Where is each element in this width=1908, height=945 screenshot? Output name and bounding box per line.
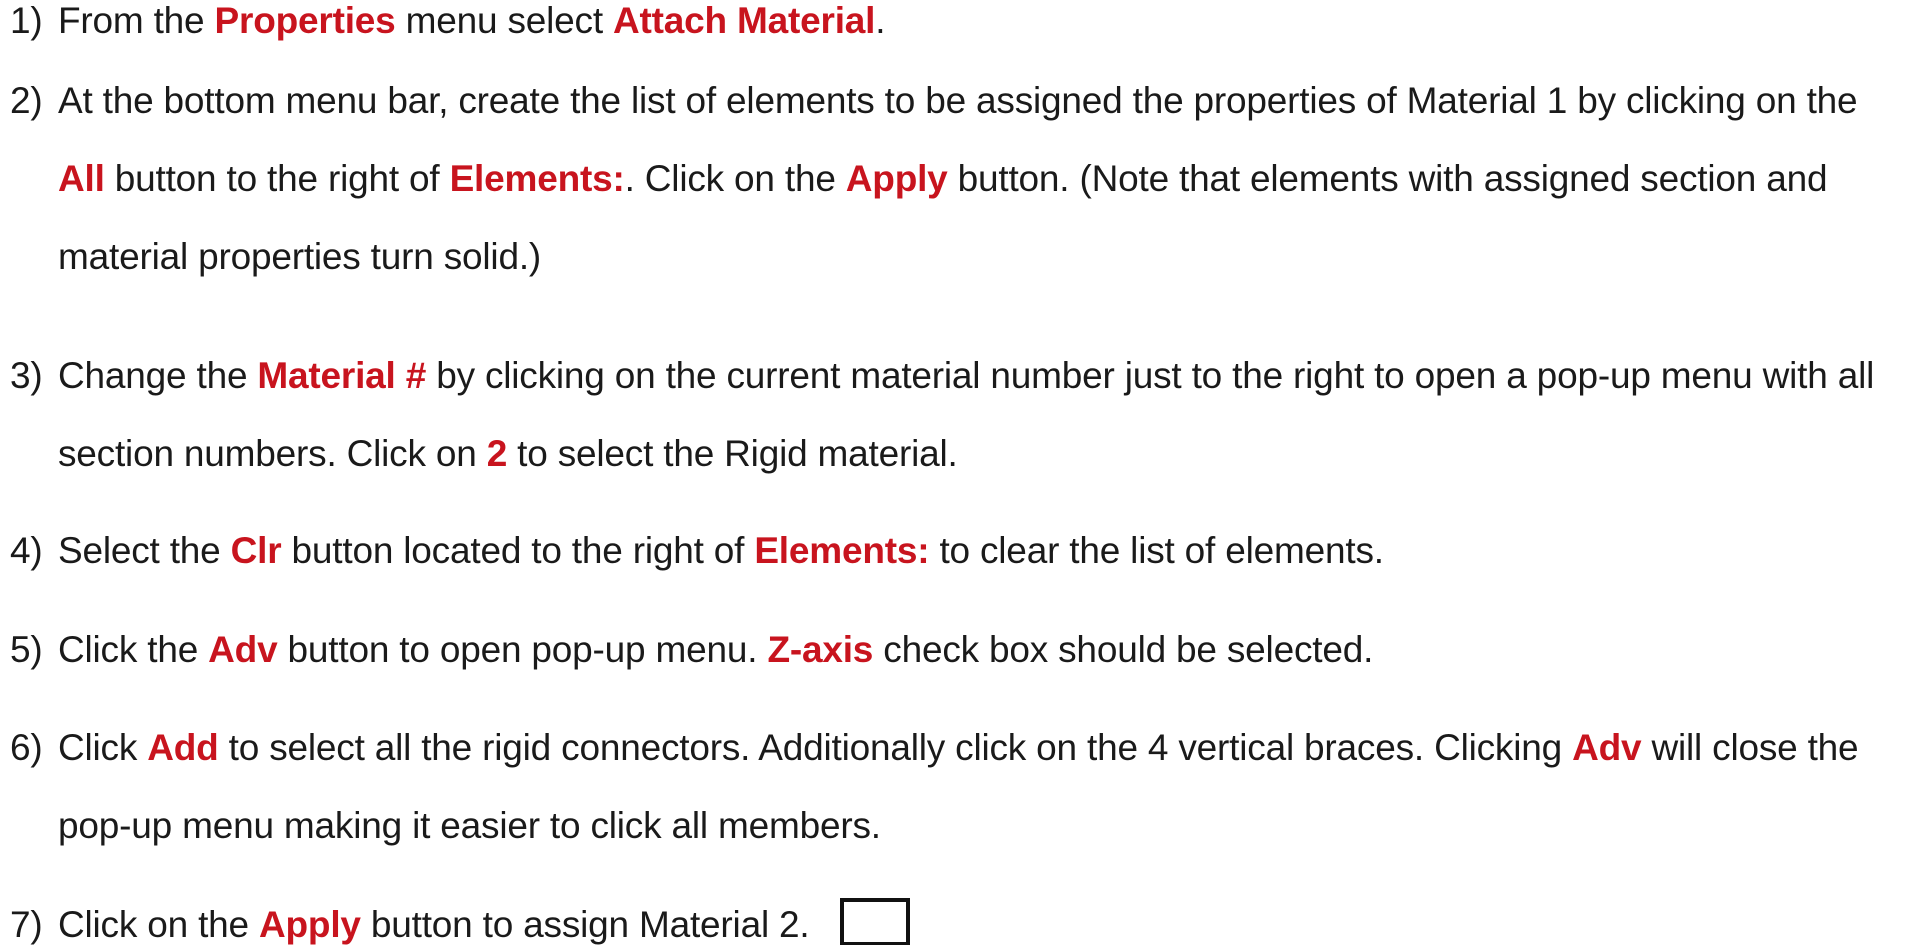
step-text: Click Add to select all the rigid connec… [58, 709, 1890, 865]
step-text-run: At the bottom menu bar, create the list … [58, 80, 1858, 121]
step-text-run: . Click on the [624, 158, 846, 199]
step-text-run: to select the Rigid material. [507, 433, 958, 474]
step-text-run: Click on the [58, 904, 259, 945]
step-text-run: Select the [58, 530, 231, 571]
step-text: At the bottom menu bar, create the list … [58, 62, 1890, 296]
step-text: Select the Clr button located to the rig… [58, 512, 1890, 590]
step-5: 5) Click the Adv button to open pop-up m… [10, 611, 1890, 689]
step-number: 2) [10, 80, 43, 121]
step-text: Click on the Apply button to assign Mate… [58, 886, 1890, 945]
step-text-run: Click [58, 727, 148, 768]
step-text: Click the Adv button to open pop-up menu… [58, 611, 1890, 689]
highlighted-term: Elements: [449, 158, 625, 199]
completion-checkbox[interactable] [839, 898, 910, 945]
highlighted-term: Clr [230, 530, 282, 571]
step-text-run: to clear the list of elements. [929, 530, 1384, 571]
step-text-run: button to open pop-up menu. [277, 629, 768, 670]
step-6: 6) Click Add to select all the rigid con… [10, 709, 1890, 865]
step-text-run: check box should be selected. [873, 629, 1374, 670]
step-text-run: Change the [58, 355, 258, 396]
highlighted-term: 2 [486, 433, 508, 474]
step-text-run: button located to the right of [281, 530, 755, 571]
step-text-run: button to the right of [104, 158, 450, 199]
step-number: 1) [10, 0, 43, 41]
step-number: 5) [10, 629, 43, 670]
step-2: 2) At the bottom menu bar, create the li… [10, 62, 1890, 296]
highlighted-term: Add [147, 727, 219, 768]
highlighted-term: Elements: [754, 530, 930, 571]
step-text-run: to select all the rigid connectors. Addi… [218, 727, 1573, 768]
highlighted-term: Adv [1572, 727, 1642, 768]
step-4: 4) Select the Clr button located to the … [10, 512, 1890, 590]
step-text: From the Properties menu select Attach M… [58, 0, 1890, 60]
highlighted-term: All [58, 158, 105, 199]
step-number: 7) [10, 904, 43, 945]
step-number: 6) [10, 727, 43, 768]
step-3: 3) Change the Material # by clicking on … [10, 337, 1890, 493]
step-text-run: menu select [395, 0, 613, 41]
step-text-run: From the [58, 0, 215, 41]
step-text-run: button to assign Material 2. [360, 904, 810, 945]
step-number: 3) [10, 355, 43, 396]
highlighted-term: Material # [257, 355, 427, 396]
highlighted-term: Attach Material [613, 0, 876, 41]
step-text-run: . [875, 0, 886, 41]
highlighted-term: Adv [208, 629, 278, 670]
highlighted-term: Z-axis [767, 629, 874, 670]
highlighted-term: Properties [214, 0, 396, 41]
instruction-document: 1) From the Properties menu select Attac… [0, 0, 1908, 945]
step-7: 7) Click on the Apply button to assign M… [10, 886, 1890, 945]
highlighted-term: Apply [259, 904, 361, 945]
step-1: 1) From the Properties menu select Attac… [10, 0, 1890, 60]
highlighted-term: Apply [845, 158, 948, 199]
step-text-run: Click the [58, 629, 209, 670]
step-text: Change the Material # by clicking on the… [58, 337, 1890, 493]
step-number: 4) [10, 530, 43, 571]
